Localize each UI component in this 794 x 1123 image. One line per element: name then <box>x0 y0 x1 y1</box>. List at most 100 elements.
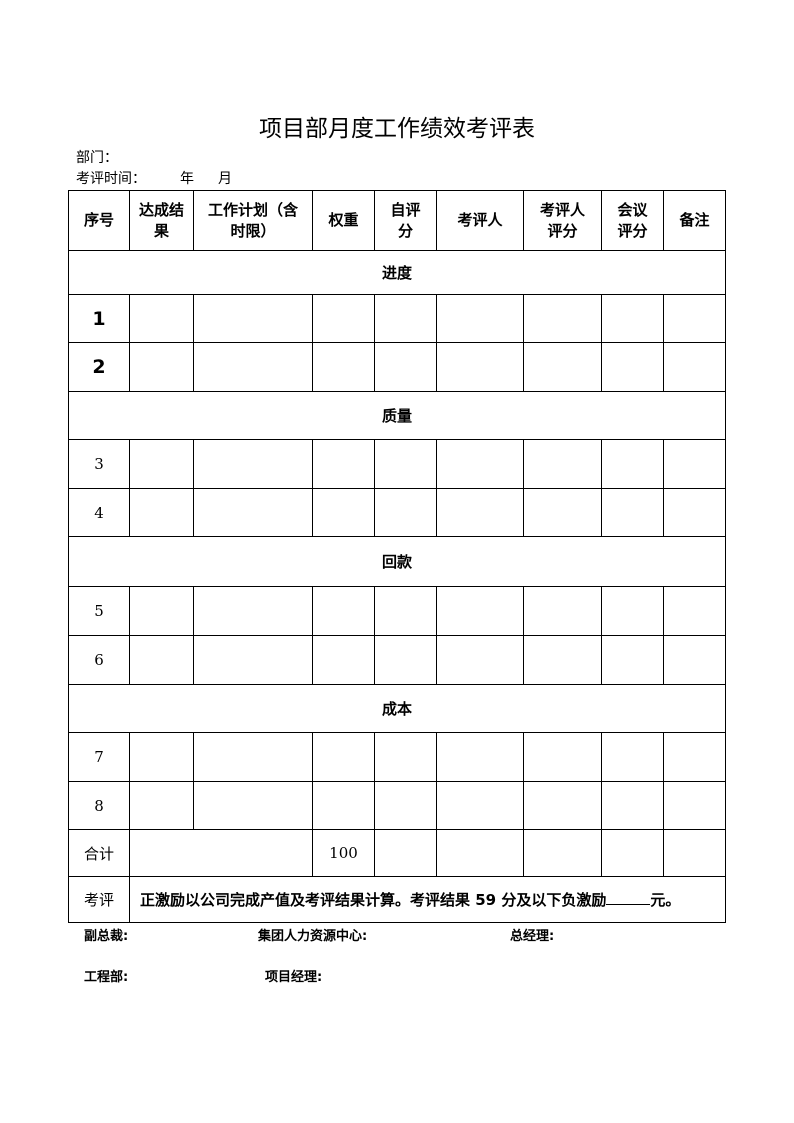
input-cell[interactable] <box>663 294 726 343</box>
input-cell[interactable] <box>436 488 524 537</box>
table-row: 5 <box>68 586 726 636</box>
input-cell[interactable] <box>523 342 602 392</box>
row-number: 2 <box>68 342 130 392</box>
evaluation-label: 考评 <box>68 876 130 923</box>
input-cell[interactable] <box>129 294 194 343</box>
header-remarks: 备注 <box>663 190 726 251</box>
input-cell[interactable] <box>374 829 437 877</box>
evaluation-text-end: 元。 <box>650 891 681 909</box>
signature-project-manager: 项目经理: <box>265 970 323 985</box>
input-cell[interactable] <box>374 781 437 830</box>
evaluation-text: 正激励以公司完成产值及考评结果计算。考评结果 59 分及以下负激励 <box>140 891 607 909</box>
total-label: 合计 <box>68 829 130 877</box>
input-cell[interactable] <box>193 439 313 489</box>
input-cell[interactable] <box>523 829 602 877</box>
evaluation-note: 正激励以公司完成产值及考评结果计算。考评结果 59 分及以下负激励 元。 <box>129 876 726 923</box>
header-work-plan: 工作计划（含 时限） <box>193 190 313 251</box>
input-cell[interactable] <box>523 488 602 537</box>
input-cell[interactable] <box>523 586 602 636</box>
section-label: 质量 <box>68 391 726 440</box>
header-weight: 权重 <box>312 190 375 251</box>
input-cell[interactable] <box>436 829 524 877</box>
input-cell[interactable] <box>601 829 664 877</box>
input-cell[interactable] <box>129 829 313 877</box>
input-cell[interactable] <box>601 342 664 392</box>
input-cell[interactable] <box>193 294 313 343</box>
input-cell[interactable] <box>312 732 375 782</box>
total-weight: 100 <box>312 829 375 877</box>
input-cell[interactable] <box>129 439 194 489</box>
input-cell[interactable] <box>601 439 664 489</box>
input-cell[interactable] <box>663 829 726 877</box>
input-cell[interactable] <box>436 635 524 685</box>
row-number: 4 <box>68 488 130 537</box>
input-cell[interactable] <box>601 781 664 830</box>
table-row: 8 <box>68 781 726 830</box>
input-cell[interactable] <box>193 732 313 782</box>
header-seq: 序号 <box>68 190 130 251</box>
input-cell[interactable] <box>312 294 375 343</box>
input-cell[interactable] <box>374 586 437 636</box>
input-cell[interactable] <box>312 586 375 636</box>
input-cell[interactable] <box>601 586 664 636</box>
input-cell[interactable] <box>374 294 437 343</box>
input-cell[interactable] <box>374 732 437 782</box>
section-label: 回款 <box>68 536 726 587</box>
input-cell[interactable] <box>129 342 194 392</box>
input-cell[interactable] <box>129 488 194 537</box>
input-cell[interactable] <box>663 781 726 830</box>
input-cell[interactable] <box>312 342 375 392</box>
input-cell[interactable] <box>374 488 437 537</box>
input-cell[interactable] <box>374 439 437 489</box>
input-cell[interactable] <box>436 294 524 343</box>
input-cell[interactable] <box>312 439 375 489</box>
input-cell[interactable] <box>193 586 313 636</box>
section-row: 成本 <box>68 684 726 733</box>
input-cell[interactable] <box>523 439 602 489</box>
header-evaluator: 考评人 <box>436 190 524 251</box>
input-cell[interactable] <box>663 488 726 537</box>
input-cell[interactable] <box>663 635 726 685</box>
input-cell[interactable] <box>663 439 726 489</box>
input-cell[interactable] <box>193 635 313 685</box>
input-cell[interactable] <box>193 342 313 392</box>
header-evaluator-score: 考评人 评分 <box>523 190 602 251</box>
amount-blank[interactable] <box>606 890 651 905</box>
input-cell[interactable] <box>523 781 602 830</box>
input-cell[interactable] <box>523 732 602 782</box>
input-cell[interactable] <box>193 488 313 537</box>
input-cell[interactable] <box>523 294 602 343</box>
input-cell[interactable] <box>374 342 437 392</box>
input-cell[interactable] <box>129 732 194 782</box>
row-number: 8 <box>68 781 130 830</box>
month-label: 月 <box>218 171 232 187</box>
input-cell[interactable] <box>663 732 726 782</box>
table-row: 2 <box>68 342 726 392</box>
input-cell[interactable] <box>436 342 524 392</box>
input-cell[interactable] <box>193 781 313 830</box>
input-cell[interactable] <box>601 294 664 343</box>
signature-vice-president: 副总裁: <box>84 929 129 944</box>
input-cell[interactable] <box>312 635 375 685</box>
input-cell[interactable] <box>129 635 194 685</box>
performance-table: 序号 达成结果 工作计划（含 时限） 权重 自评分 考评人 考评人 评分 会议 评分 … <box>68 190 726 923</box>
input-cell[interactable] <box>663 342 726 392</box>
input-cell[interactable] <box>374 635 437 685</box>
input-cell[interactable] <box>436 586 524 636</box>
input-cell[interactable] <box>436 439 524 489</box>
header-self-score: 自评分 <box>374 190 437 251</box>
input-cell[interactable] <box>601 732 664 782</box>
input-cell[interactable] <box>601 488 664 537</box>
signature-hr-center: 集团人力资源中心: <box>258 929 368 944</box>
input-cell[interactable] <box>129 781 194 830</box>
row-number: 3 <box>68 439 130 489</box>
input-cell[interactable] <box>129 586 194 636</box>
input-cell[interactable] <box>523 635 602 685</box>
input-cell[interactable] <box>663 586 726 636</box>
input-cell[interactable] <box>436 781 524 830</box>
input-cell[interactable] <box>312 488 375 537</box>
table-row: 3 <box>68 439 726 489</box>
input-cell[interactable] <box>436 732 524 782</box>
input-cell[interactable] <box>601 635 664 685</box>
input-cell[interactable] <box>312 781 375 830</box>
